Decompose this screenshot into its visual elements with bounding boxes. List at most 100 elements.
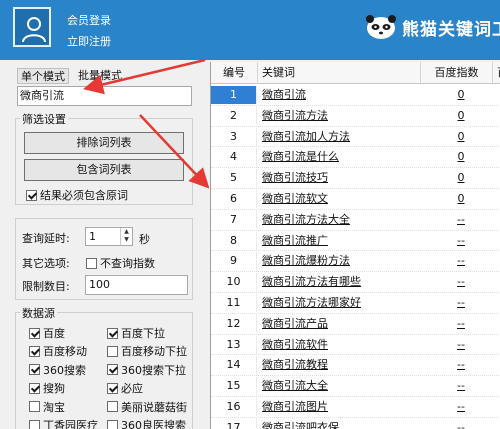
row-baidu-index[interactable]: -- xyxy=(421,210,500,230)
data-source-item[interactable]: 百度 xyxy=(29,325,65,341)
row-baidu-index[interactable]: -- xyxy=(421,251,500,271)
table-row[interactable]: 9 微商引流爆粉方法 -- xyxy=(211,251,500,273)
data-source-checkbox[interactable] xyxy=(29,401,40,413)
data-source-checkbox[interactable] xyxy=(29,382,40,394)
data-sources-title: 数据源 xyxy=(20,305,57,321)
data-source-item[interactable]: 必应 xyxy=(107,380,143,396)
row-baidu-index[interactable]: -- xyxy=(421,397,500,417)
data-source-checkbox[interactable] xyxy=(107,345,118,357)
data-source-item[interactable]: 搜狗 xyxy=(29,380,65,396)
table-row[interactable]: 16 微商引流图片 -- xyxy=(211,397,500,418)
limit-count-input[interactable]: 100 xyxy=(85,275,188,295)
column-header-keyword[interactable]: 关键词 xyxy=(258,62,421,84)
stepper-up-icon[interactable]: ▲ xyxy=(121,228,132,236)
row-baidu-index[interactable]: -- xyxy=(421,355,500,375)
row-keyword[interactable]: 微商引流爆粉方法 xyxy=(259,251,419,271)
table-row[interactable]: 17 微商引流吧衣保 -- xyxy=(211,418,500,429)
row-baidu-index[interactable]: 0 xyxy=(421,189,500,209)
row-number: 17 xyxy=(211,418,257,429)
row-baidu-index[interactable]: 0 xyxy=(421,127,500,147)
exclude-words-button[interactable]: 排除词列表 xyxy=(24,132,184,154)
row-keyword[interactable]: 微商引流方法哪家好 xyxy=(259,293,419,313)
include-words-button[interactable]: 包含词列表 xyxy=(24,159,184,181)
stepper-down-icon[interactable]: ▼ xyxy=(121,236,132,244)
row-baidu-index[interactable]: 0 xyxy=(421,168,500,188)
table-row[interactable]: 14 微商引流教程 -- xyxy=(211,355,500,377)
table-row[interactable]: 12 微商引流产品 -- xyxy=(211,314,500,335)
data-source-checkbox[interactable] xyxy=(29,419,40,429)
row-baidu-index[interactable]: 0 xyxy=(421,106,500,126)
tab-batch-mode[interactable]: 批量模式 xyxy=(75,68,125,84)
table-row[interactable]: 2 微商引流方法 0 xyxy=(211,106,500,127)
data-source-checkbox[interactable] xyxy=(107,419,118,429)
row-baidu-index[interactable]: -- xyxy=(421,335,500,355)
data-source-checkbox[interactable] xyxy=(29,364,40,376)
data-source-item[interactable]: 360搜索下拉 xyxy=(107,362,186,378)
row-baidu-index[interactable]: -- xyxy=(421,418,500,429)
row-baidu-index[interactable]: 0 xyxy=(421,147,500,167)
column-header-more[interactable]: 百 xyxy=(493,62,500,84)
row-baidu-index[interactable]: -- xyxy=(421,231,500,251)
row-keyword[interactable]: 微商引流图片 xyxy=(259,397,419,417)
data-source-item[interactable]: 美丽说蘑菇街 xyxy=(107,399,187,415)
row-keyword[interactable]: 微商引流产品 xyxy=(259,314,419,334)
table-row[interactable]: 7 微商引流方法大全 -- xyxy=(211,210,500,231)
data-source-checkbox[interactable] xyxy=(29,327,40,339)
no-index-checkbox-row[interactable]: 不查询指数 xyxy=(86,255,155,271)
row-keyword[interactable]: 微商引流方法 xyxy=(259,106,419,126)
table-row[interactable]: 1 微商引流 0 xyxy=(211,85,500,106)
avatar[interactable] xyxy=(13,7,51,47)
table-row[interactable]: 15 微商引流大全 -- xyxy=(211,376,500,397)
table-row[interactable]: 11 微商引流方法哪家好 -- xyxy=(211,293,500,314)
row-keyword[interactable]: 微商引流大全 xyxy=(259,376,419,396)
column-header-baidu-index[interactable]: 百度指数 xyxy=(421,62,493,84)
row-keyword[interactable]: 微商引流技巧 xyxy=(259,168,419,188)
row-number: 10 xyxy=(211,273,257,292)
data-source-checkbox[interactable] xyxy=(107,364,118,376)
must-contain-checkbox-row[interactable]: 结果必须包含原词 xyxy=(26,187,128,203)
row-keyword[interactable]: 微商引流软文 xyxy=(259,189,419,209)
table-row[interactable]: 4 微商引流是什么 0 xyxy=(211,147,500,169)
row-keyword[interactable]: 微商引流加人方法 xyxy=(259,127,419,147)
column-header-no[interactable]: 编号 xyxy=(211,62,258,84)
register-link[interactable]: 立即注册 xyxy=(67,33,111,49)
stepper-arrows[interactable]: ▲ ▼ xyxy=(120,228,132,245)
row-keyword[interactable]: 微商引流吧衣保 xyxy=(259,418,419,429)
row-keyword[interactable]: 微商引流方法大全 xyxy=(259,210,419,230)
data-source-item[interactable]: 360搜索 xyxy=(29,362,86,378)
table-row[interactable]: 8 微商引流推广 -- xyxy=(211,231,500,252)
login-link[interactable]: 会员登录 xyxy=(67,12,111,28)
row-keyword[interactable]: 微商引流方法有哪些 xyxy=(259,272,419,292)
table-row[interactable]: 10 微商引流方法有哪些 -- xyxy=(211,272,500,293)
data-source-checkbox[interactable] xyxy=(29,345,40,357)
tab-single-mode[interactable]: 单个模式 xyxy=(17,68,69,84)
table-row[interactable]: 3 微商引流加人方法 0 xyxy=(211,127,500,148)
table-row[interactable]: 6 微商引流软文 0 xyxy=(211,189,500,210)
data-source-item[interactable]: 百度移动下拉 xyxy=(107,343,187,359)
data-source-item[interactable]: 淘宝 xyxy=(29,399,65,415)
row-number: 12 xyxy=(211,314,257,333)
row-keyword[interactable]: 微商引流教程 xyxy=(259,355,419,375)
row-keyword[interactable]: 微商引流软件 xyxy=(259,335,419,355)
table-row[interactable]: 13 微商引流软件 -- xyxy=(211,335,500,356)
must-contain-checkbox[interactable] xyxy=(26,189,37,201)
data-source-item[interactable]: 丁香园医疗 xyxy=(29,417,98,429)
row-baidu-index[interactable]: -- xyxy=(421,293,500,313)
data-source-item[interactable]: 360良医搜索 xyxy=(107,417,186,429)
row-keyword[interactable]: 微商引流是什么 xyxy=(259,147,419,167)
no-index-checkbox[interactable] xyxy=(86,257,97,269)
data-source-item[interactable]: 百度移动 xyxy=(29,343,87,359)
row-baidu-index[interactable]: -- xyxy=(421,314,500,334)
row-keyword[interactable]: 微商引流 xyxy=(259,85,419,105)
query-delay-stepper[interactable]: 1 ▲ ▼ xyxy=(85,227,133,246)
row-keyword[interactable]: 微商引流推广 xyxy=(259,231,419,251)
data-source-checkbox[interactable] xyxy=(107,382,118,394)
row-baidu-index[interactable]: -- xyxy=(421,272,500,292)
data-source-item[interactable]: 百度下拉 xyxy=(107,325,165,341)
row-baidu-index[interactable]: 0 xyxy=(421,85,500,105)
data-source-checkbox[interactable] xyxy=(107,401,118,413)
data-source-checkbox[interactable] xyxy=(107,327,118,339)
table-row[interactable]: 5 微商引流技巧 0 xyxy=(211,168,500,189)
row-baidu-index[interactable]: -- xyxy=(421,376,500,396)
keyword-input[interactable]: 微商引流 xyxy=(17,86,192,106)
